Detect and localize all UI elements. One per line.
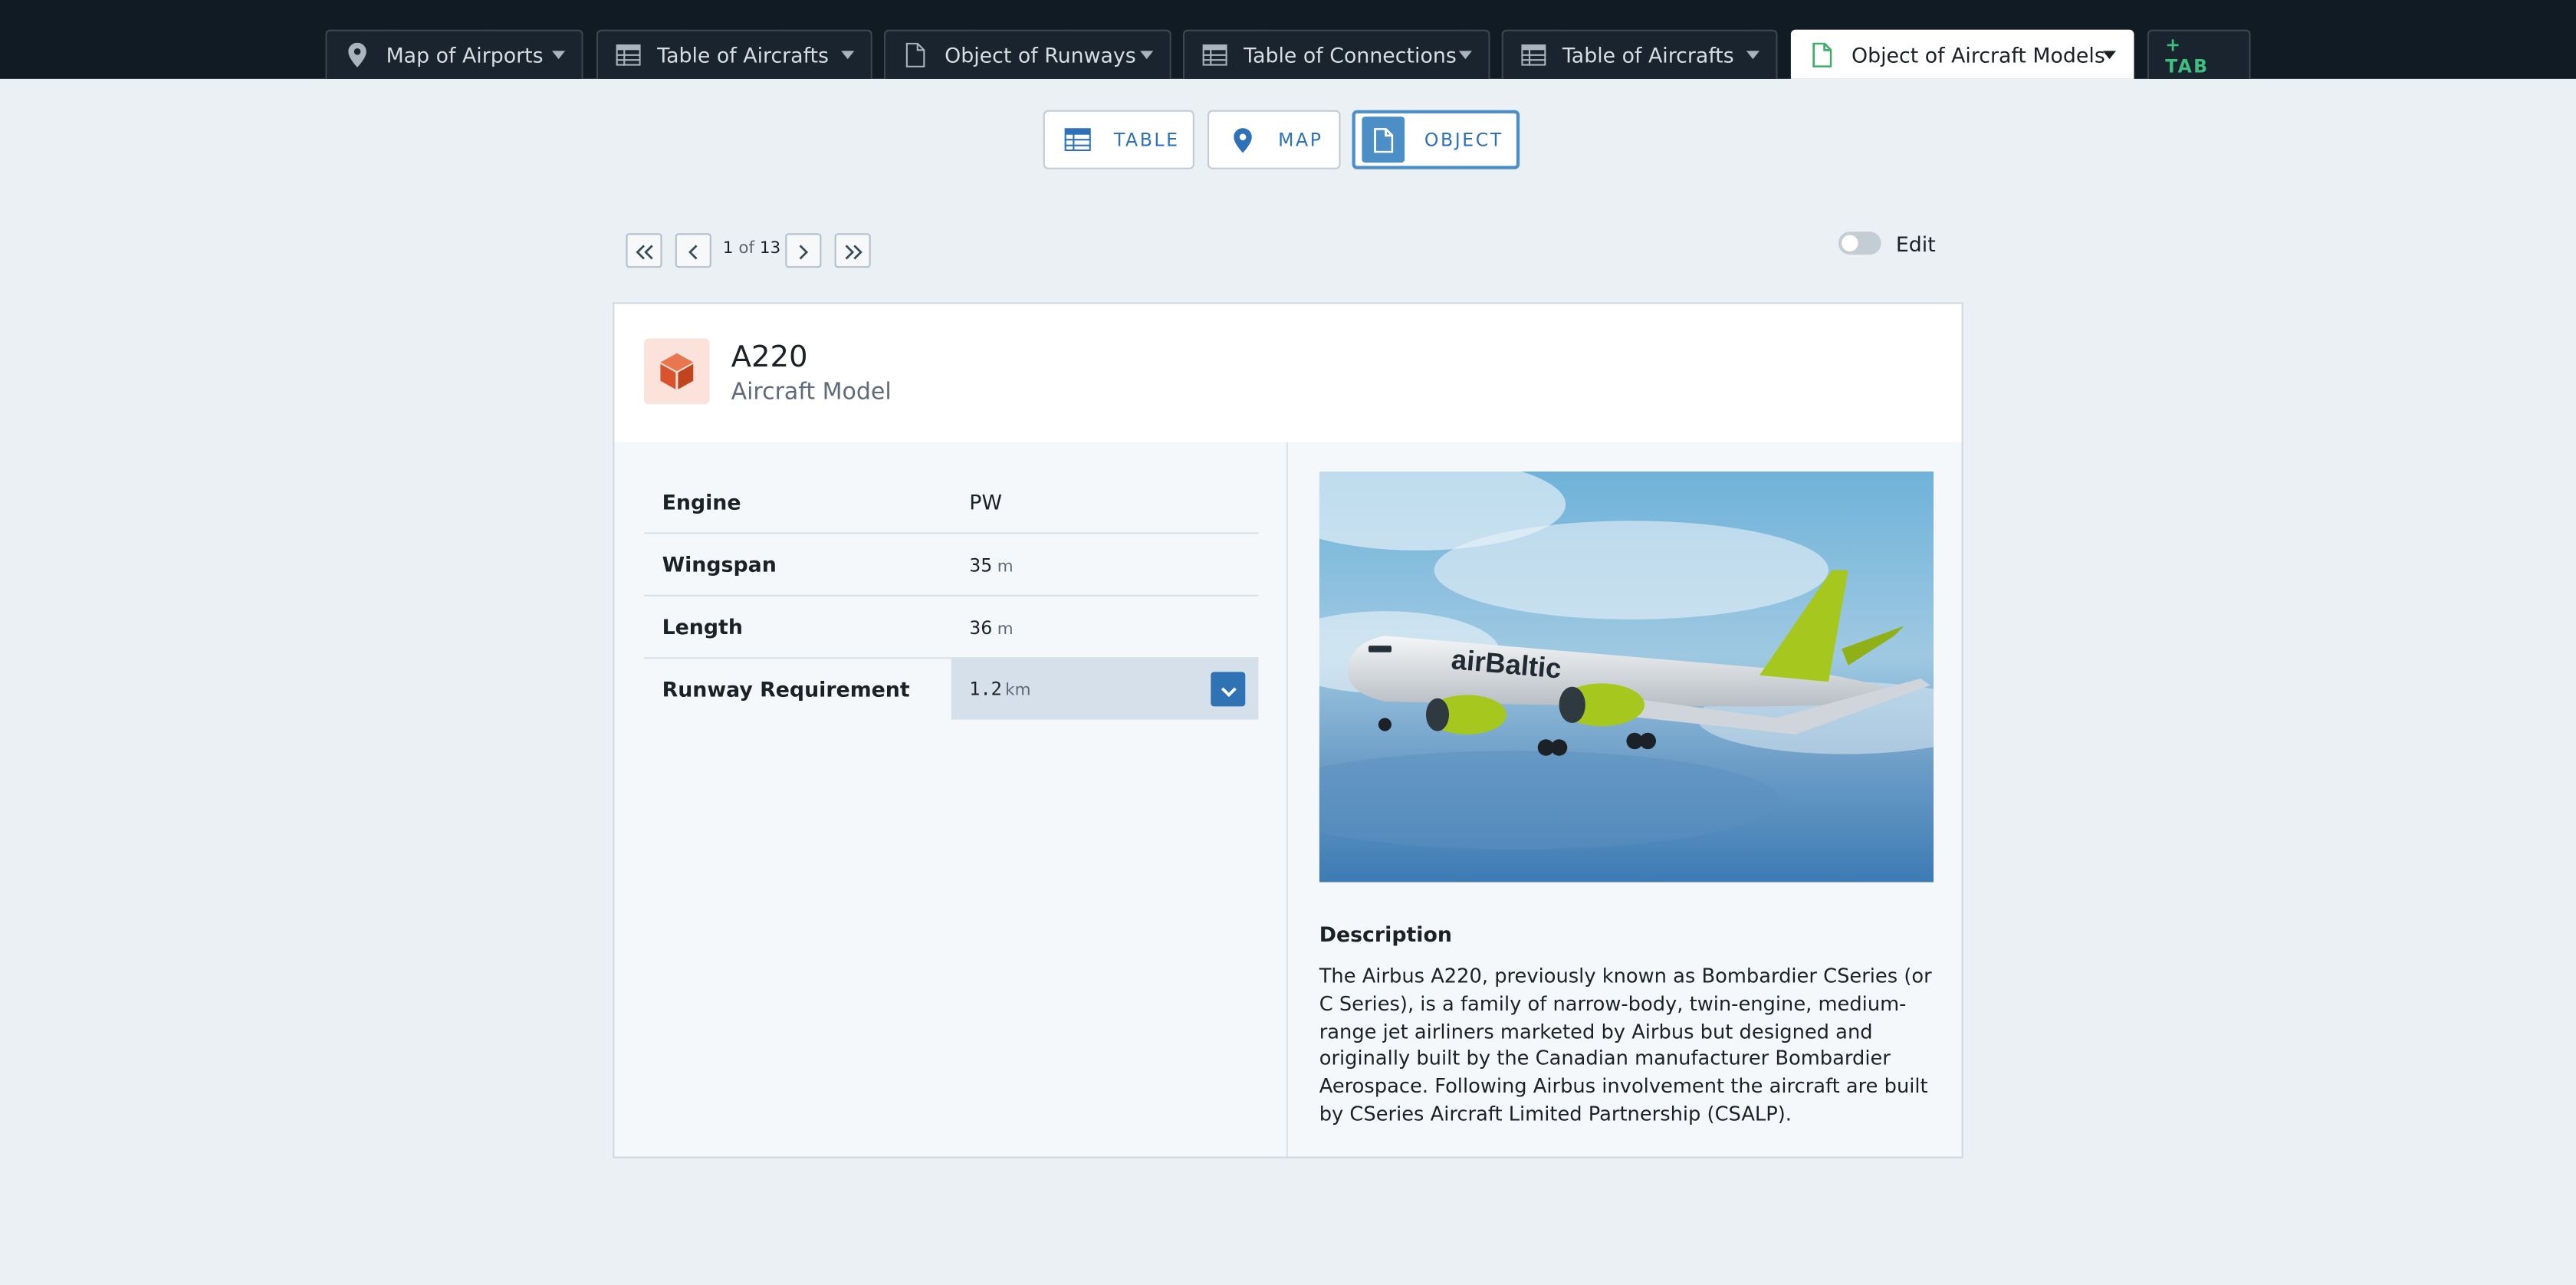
runway-requirement-dropdown-button[interactable] — [1211, 672, 1246, 707]
map-pin-icon — [343, 42, 370, 68]
table-icon — [614, 42, 640, 68]
description-text: The Airbus A220, previously known as Bom… — [1319, 964, 1932, 1126]
add-tab-button[interactable]: + TAB — [2147, 29, 2251, 79]
property-key: Wingspan — [662, 552, 777, 577]
chevron-down-icon[interactable] — [2102, 51, 2116, 60]
table-icon — [1061, 123, 1094, 156]
view-object-button[interactable]: OBJECT — [1352, 110, 1520, 169]
object-header: A220 Aircraft Model — [614, 304, 1962, 442]
object-title: A220 — [731, 340, 808, 375]
view-table-button[interactable]: TABLE — [1043, 110, 1194, 169]
double-chevron-right-icon — [843, 235, 862, 266]
view-table-label: TABLE — [1113, 129, 1180, 151]
next-page-button[interactable] — [785, 233, 822, 268]
chevron-down-icon[interactable] — [1458, 51, 1472, 60]
tab-map-of-airports[interactable]: Map of Airports — [325, 29, 583, 79]
add-tab-label: + TAB — [2165, 33, 2210, 77]
property-key: Runway Requirement — [662, 676, 910, 702]
property-value: 35 m — [969, 552, 1013, 577]
tab-table-of-connections[interactable]: Table of Connections — [1182, 29, 1490, 79]
description-title: Description — [1319, 922, 1452, 947]
property-unit: km — [1005, 682, 1031, 700]
double-chevron-left-icon — [635, 235, 653, 266]
tab-label: Map of Airports — [386, 42, 544, 67]
cube-icon — [644, 338, 710, 405]
tab-label: Table of Aircrafts — [1562, 42, 1734, 67]
property-key: Length — [662, 614, 743, 639]
edit-label: Edit — [1895, 232, 1936, 257]
column-divider — [1286, 442, 1288, 1157]
pager-current: 1 — [722, 239, 734, 258]
object-card: A220 Aircraft Model Engine PW Wingspan 3… — [613, 302, 1963, 1158]
map-pin-icon — [1226, 123, 1259, 156]
table-icon — [1201, 42, 1227, 68]
object-subtitle: Aircraft Model — [731, 379, 892, 406]
property-value-text: 1.2 — [969, 679, 1002, 700]
chevron-down-icon[interactable] — [1140, 51, 1154, 60]
tab-label: Table of Aircrafts — [657, 42, 830, 67]
property-unit: m — [997, 558, 1014, 577]
pager-of: of — [738, 239, 755, 258]
document-icon — [1809, 42, 1835, 68]
property-value-text: 35 — [969, 555, 993, 577]
properties-list: Engine PW Wingspan 35 m Length 36 m Runway… — [644, 472, 1259, 720]
previous-page-button[interactable] — [675, 233, 711, 268]
property-row-engine: Engine PW — [644, 472, 1259, 534]
property-value: PW — [969, 490, 1002, 514]
pager-indicator: 1 of 13 — [723, 240, 780, 258]
tab-object-of-runways[interactable]: Object of Runways — [883, 29, 1171, 79]
tab-label: Table of Connections — [1244, 42, 1457, 67]
property-value: 36 m — [969, 614, 1013, 639]
view-map-button[interactable]: MAP — [1208, 110, 1341, 169]
document-icon — [902, 42, 928, 68]
chevron-down-icon[interactable] — [1746, 51, 1760, 60]
tab-table-of-aircrafts[interactable]: Table of Aircrafts — [596, 29, 872, 79]
chevron-down-icon[interactable] — [841, 51, 855, 60]
property-key: Engine — [662, 489, 741, 514]
pager-total: 13 — [759, 239, 781, 258]
toggle-knob — [1842, 235, 1858, 251]
table-icon — [1520, 42, 1546, 68]
view-map-label: MAP — [1278, 129, 1323, 151]
chevron-right-icon — [798, 235, 809, 266]
edit-toggle[interactable] — [1838, 232, 1881, 255]
chevron-down-icon — [1220, 674, 1236, 705]
property-value-text: PW — [969, 489, 1002, 514]
property-row-wingspan: Wingspan 35 m — [644, 534, 1259, 596]
tab-label: Object of Aircraft Models — [1852, 42, 2105, 67]
property-value-text: 36 — [969, 617, 993, 639]
tab-object-of-aircraft-models[interactable]: Object of Aircraft Models — [1790, 29, 2134, 79]
chevron-down-icon[interactable] — [552, 51, 566, 60]
property-row-length: Length 36 m — [644, 596, 1259, 659]
property-unit: m — [997, 621, 1014, 639]
property-row-runway-requirement: Runway Requirement 1.2 km — [644, 659, 1259, 720]
top-tab-bar: Map of Airports Table of Aircrafts Objec… — [0, 0, 2576, 79]
chevron-left-icon — [688, 235, 698, 266]
document-icon — [1362, 117, 1405, 163]
runway-requirement-field[interactable]: 1.2 km — [951, 659, 1259, 720]
tab-label: Object of Runways — [945, 42, 1136, 67]
runway-requirement-value: 1.2 km — [969, 679, 1030, 700]
aircraft-photo: airBaltic — [1319, 472, 1934, 882]
last-page-button[interactable] — [834, 233, 871, 268]
tab-table-of-aircrafts-2[interactable]: Table of Aircrafts — [1501, 29, 1778, 79]
first-page-button[interactable] — [626, 233, 662, 268]
view-object-label: OBJECT — [1424, 129, 1503, 151]
